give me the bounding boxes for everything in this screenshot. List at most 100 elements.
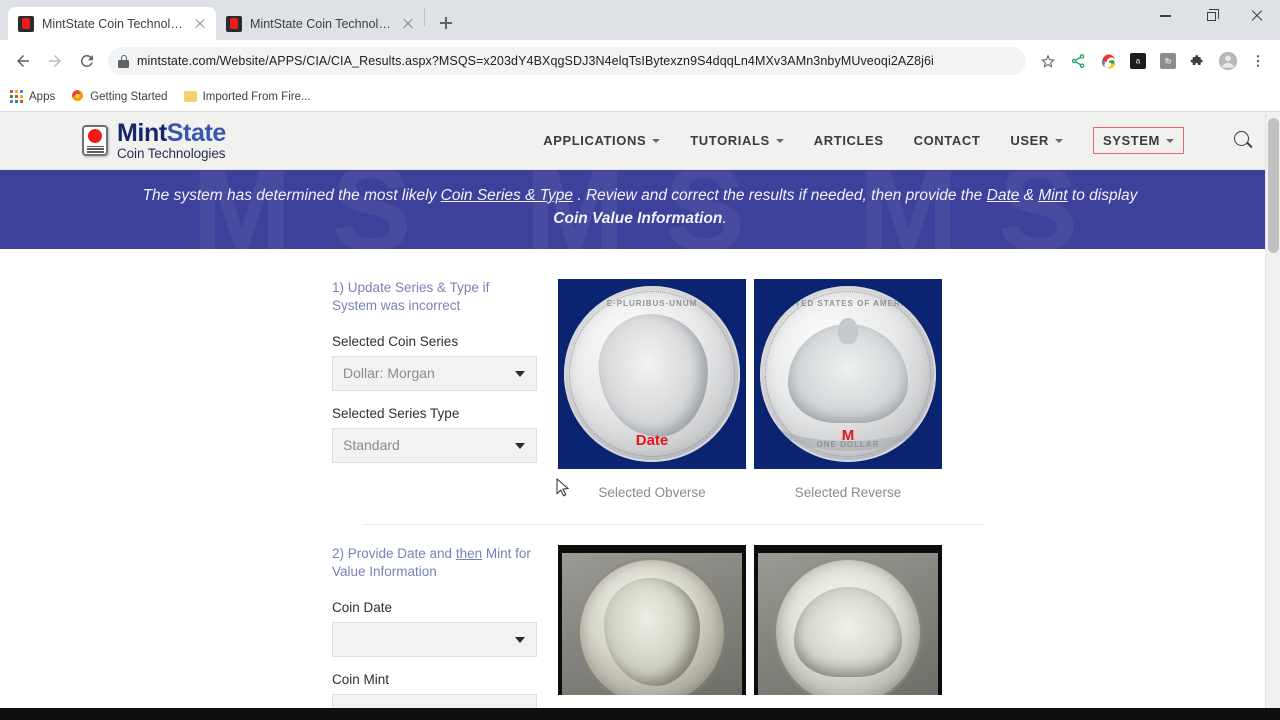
mouse-cursor bbox=[556, 478, 570, 497]
tab-separator bbox=[424, 8, 425, 26]
selected-obverse-caption: Selected Obverse bbox=[598, 484, 706, 500]
chevron-down-icon bbox=[515, 443, 525, 450]
site-logo[interactable]: MintState Coin Technologies bbox=[82, 120, 226, 161]
firefox-icon bbox=[71, 89, 84, 105]
step-1-row: 1) Update Series & Type if System was in… bbox=[0, 278, 1280, 500]
selected-obverse-image[interactable]: E·PLURIBUS·UNUM Date bbox=[558, 278, 746, 469]
search-icon[interactable] bbox=[1232, 130, 1254, 152]
date-marker-label: Date bbox=[635, 431, 669, 449]
step-1-note: 1) Update Series & Type if System was in… bbox=[332, 279, 490, 314]
nav-label: USER bbox=[1010, 133, 1049, 148]
selected-series-type-select[interactable]: Standard bbox=[332, 427, 537, 463]
mintstate-logo-icon bbox=[82, 125, 108, 156]
edge-extension-icon[interactable] bbox=[1094, 47, 1122, 75]
browser-tab-2[interactable]: MintState Coin Technologies bbox=[216, 7, 424, 40]
logo-subtitle: Coin Technologies bbox=[117, 145, 226, 161]
selected-obverse-cell: E·PLURIBUS·UNUM Date Selected Obverse bbox=[558, 278, 746, 500]
coin-mint-label: Coin Mint bbox=[332, 671, 390, 687]
page-scrollbar[interactable] bbox=[1265, 112, 1280, 720]
nav-label: TUTORIALS bbox=[690, 133, 770, 148]
bookmark-imported-from-firefox[interactable]: Imported From Fire... bbox=[183, 91, 311, 103]
selected-coin-images: E·PLURIBUS·UNUM Date Selected Obverse UN… bbox=[558, 278, 942, 500]
scrollbar-thumb[interactable] bbox=[1268, 118, 1279, 253]
minimize-button[interactable] bbox=[1142, 0, 1188, 32]
step-1-form: 1) Update Series & Type if System was in… bbox=[332, 279, 558, 478]
nav-item-applications[interactable]: APPLICATIONS bbox=[543, 133, 661, 148]
nav-label: CONTACT bbox=[913, 133, 981, 148]
new-tab-button[interactable] bbox=[432, 9, 460, 37]
selected-series-type-value: Standard bbox=[343, 437, 400, 454]
banner-part-1: The system has determined the most likel… bbox=[142, 187, 441, 204]
selected-coin-series-select[interactable]: Dollar: Morgan bbox=[332, 355, 537, 391]
chevron-down-icon bbox=[1054, 138, 1063, 143]
banner-emphasis: Coin Value Information bbox=[553, 210, 723, 228]
coin-photo-obverse[interactable] bbox=[558, 544, 746, 695]
banner-part-2: . Review and correct the results if need… bbox=[573, 187, 987, 204]
nav-item-tutorials[interactable]: TUTORIALS bbox=[690, 133, 784, 148]
nav-item-contact[interactable]: CONTACT bbox=[914, 133, 981, 148]
lock-icon bbox=[118, 54, 129, 68]
profile-avatar-icon[interactable] bbox=[1214, 47, 1242, 75]
bookmark-apps[interactable]: Apps bbox=[10, 90, 55, 103]
tab-strip: MintState Coin Technologies MintState Co… bbox=[0, 0, 1280, 40]
banner-period: . bbox=[722, 210, 727, 228]
step-2-form: 2) Provide Date and then Mint for Value … bbox=[332, 545, 558, 720]
step-2-note-before: 2) Provide Date and bbox=[332, 545, 456, 561]
nav-item-user[interactable]: USER bbox=[1010, 133, 1063, 148]
coin-photo-obverse-icon bbox=[577, 556, 727, 695]
svg-text:a: a bbox=[1136, 57, 1141, 66]
nav-item-articles[interactable]: ARTICLES bbox=[814, 133, 884, 148]
puzzle-extensions-icon[interactable] bbox=[1184, 47, 1212, 75]
nav-item-system[interactable]: SYSTEM bbox=[1092, 127, 1184, 154]
bookmark-label: Getting Started bbox=[90, 90, 168, 103]
close-window-button[interactable] bbox=[1234, 0, 1280, 32]
close-icon[interactable] bbox=[192, 16, 208, 32]
chevron-down-icon bbox=[1166, 138, 1174, 143]
share-icon[interactable] bbox=[1064, 47, 1092, 75]
banner-link-coin-series-type[interactable]: Coin Series & Type bbox=[441, 187, 573, 204]
section-divider bbox=[362, 523, 984, 525]
chevron-down-icon bbox=[652, 138, 661, 143]
step-2-note-underline: then bbox=[455, 545, 483, 561]
reload-icon[interactable] bbox=[72, 46, 102, 76]
coin-date-select[interactable] bbox=[332, 621, 537, 657]
coin-photo-images bbox=[558, 544, 942, 695]
instruction-banner: MS MS MS The system has determined the m… bbox=[0, 170, 1280, 249]
apps-grid-icon bbox=[10, 90, 23, 103]
bookmarks-bar: Apps Getting Started Imported From Fire.… bbox=[0, 82, 1280, 112]
svg-text:fb: fb bbox=[1165, 57, 1171, 66]
banner-text: The system has determined the most likel… bbox=[70, 184, 1210, 231]
banner-link-mint[interactable]: Mint bbox=[1038, 187, 1067, 204]
chevron-down-icon bbox=[515, 371, 525, 378]
browser-toolbar: mintstate.com/Website/APPS/CIA/CIA_Resul… bbox=[0, 40, 1280, 82]
chevron-down-icon bbox=[515, 637, 525, 644]
amazon-extension-icon[interactable]: a bbox=[1124, 47, 1152, 75]
toolbar-icon-group: a fb bbox=[1034, 47, 1272, 75]
mintstate-favicon bbox=[18, 15, 34, 32]
maximize-button[interactable] bbox=[1188, 0, 1234, 32]
forward-arrow-icon[interactable] bbox=[40, 46, 70, 76]
bookmark-star-icon[interactable] bbox=[1034, 47, 1062, 75]
bottom-bar bbox=[0, 708, 1280, 720]
reverse-legend-top: UNITED STATES OF AMERICA bbox=[778, 298, 918, 308]
coin-photo-reverse[interactable] bbox=[754, 544, 942, 695]
morgan-dollar-reverse-icon: UNITED STATES OF AMERICA ONE DOLLAR M bbox=[760, 285, 936, 462]
bookmark-getting-started[interactable]: Getting Started bbox=[71, 89, 168, 105]
selected-reverse-image[interactable]: UNITED STATES OF AMERICA ONE DOLLAR M bbox=[754, 278, 942, 469]
nav-label: ARTICLES bbox=[813, 133, 884, 148]
banner-part-4: to display bbox=[1067, 187, 1138, 204]
coin-date-label: Coin Date bbox=[332, 599, 393, 615]
tab-title: MintState Coin Technologies bbox=[42, 16, 184, 31]
folder-icon bbox=[183, 91, 197, 102]
close-icon[interactable] bbox=[400, 16, 416, 32]
morgan-dollar-obverse-icon: E·PLURIBUS·UNUM Date bbox=[564, 285, 740, 462]
browser-tab-1[interactable]: MintState Coin Technologies bbox=[8, 7, 216, 40]
selected-reverse-caption: Selected Reverse bbox=[794, 484, 902, 500]
obverse-legend-top: E·PLURIBUS·UNUM bbox=[606, 298, 698, 308]
site-header: MintState Coin Technologies APPLICATIONS… bbox=[0, 112, 1280, 170]
three-dot-menu-icon[interactable] bbox=[1244, 47, 1272, 75]
banner-link-date[interactable]: Date bbox=[987, 187, 1020, 204]
grey-extension-icon[interactable]: fb bbox=[1154, 47, 1182, 75]
back-arrow-icon[interactable] bbox=[8, 46, 38, 76]
address-bar[interactable]: mintstate.com/Website/APPS/CIA/CIA_Resul… bbox=[108, 47, 1026, 75]
